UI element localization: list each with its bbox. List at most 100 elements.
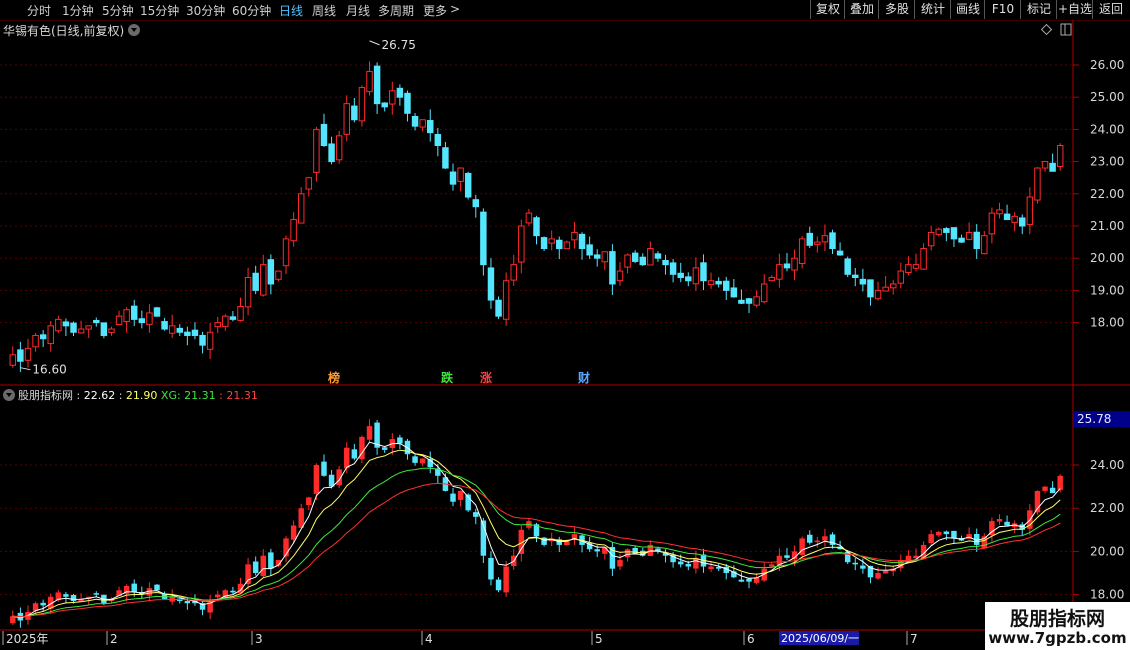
candle-up-ind [503,566,509,593]
candle-up-ind [875,573,881,579]
candle-down [730,287,738,298]
candle-down [381,102,388,108]
chart-grid [0,20,1130,650]
candle-up [753,296,760,306]
price-tick-label: 21.00 [1090,219,1124,233]
candle-up [123,309,130,323]
candle-down [540,237,548,250]
event-marker-0[interactable]: 榜 [328,370,340,385]
candle-up [518,225,525,263]
candle-down-ind [40,602,46,606]
candle-up-ind [457,490,464,500]
candle-up-ind [214,594,221,598]
candle-down-ind [252,561,259,573]
candle-down [700,262,707,282]
candle-up [525,212,533,224]
candle-down-ind [746,578,752,582]
candle-down [487,267,495,301]
candle-up [912,264,920,269]
candle-up-ind [419,458,426,464]
candle-down-ind [951,530,957,539]
candle-down [176,327,184,333]
candle-down [427,120,434,134]
candle-down [654,253,662,259]
timeline-label: 2025年 [6,632,49,646]
candle-down [191,329,199,336]
candle-down [138,318,146,324]
candle-down [685,276,692,282]
watermark-line2: www.7gpzb.com [988,629,1127,647]
candle-down [738,299,745,304]
price-tick-label: 25.00 [1090,90,1124,104]
candle-up [457,167,464,182]
candle-down-ind [860,565,866,569]
kline-chart[interactable]: 26.00 25.00 24.00 23.00 22.00 21.00 20.00 19.00… [0,0,1130,650]
price-tick-label: 24.00 [1090,122,1124,136]
candle-down-ind [321,461,327,476]
indicator-tick-label: 24.00 [1090,458,1124,472]
candle-down [161,321,168,330]
price-tick-label: 19.00 [1090,283,1124,297]
candle-down-ind [154,584,160,591]
candle-down [578,233,586,250]
candle-up [905,264,912,274]
candle-down [806,232,813,246]
window-icon[interactable] [1060,23,1072,36]
candle-down-ind [412,456,418,463]
watermark: 股朋指标网 www.7gpzb.com [985,602,1130,650]
candle-down [829,232,836,250]
diamond-icon[interactable] [1040,23,1053,36]
candle-down [199,334,206,346]
candle-down-ind [93,593,100,595]
candle-down [267,259,275,285]
candle-up [1011,215,1018,223]
candle-up [624,254,631,268]
candle-up [419,119,426,128]
candle-down-ind [943,531,950,535]
candle-up [32,334,39,348]
candle-down-ind [1004,521,1010,526]
price-tick-label: 23.00 [1090,155,1124,169]
candles [9,61,1064,628]
candle-up [290,219,297,242]
candle-down [404,92,411,114]
candle-up [275,270,282,280]
candle-up [282,238,290,267]
candle-down [229,316,237,320]
candle-up-ind [344,447,350,469]
candle-down [1049,162,1056,172]
candle-down-ind [397,437,403,444]
timeline-label: 2 [110,632,118,646]
event-marker-3[interactable]: 财 [577,370,590,385]
candle-up-ind [882,570,889,574]
event-marker-2[interactable]: 涨 [480,370,492,385]
candle-down-ind [784,555,790,558]
candle-down-ind [184,601,191,604]
candle-up-ind [245,564,251,585]
candle-up [798,238,806,264]
candle-up [563,241,571,250]
candle-down [844,258,851,275]
candle-up-ind [10,616,16,624]
timeline-label: 4 [425,632,433,646]
timeline-label: 6 [747,632,755,646]
candle-down [70,322,77,333]
candle-down-ind [495,579,502,591]
candle-up [206,331,214,350]
candle-down-ind [685,563,692,567]
candle-down [745,298,753,304]
candle-down [472,199,480,208]
candle-up [707,280,715,286]
candle-up [389,90,396,105]
event-marker-1[interactable]: 跌 [441,370,454,385]
price-tick-label: 20.00 [1090,251,1124,265]
candle-down [442,147,449,169]
candle-up [55,318,62,332]
candle-up-ind [1042,486,1048,491]
candle-down-ind [594,549,600,552]
candle-down [17,349,24,362]
candle-up [313,128,320,173]
candle-up [305,177,313,190]
candle-down [586,244,593,256]
candle-up [77,328,85,334]
